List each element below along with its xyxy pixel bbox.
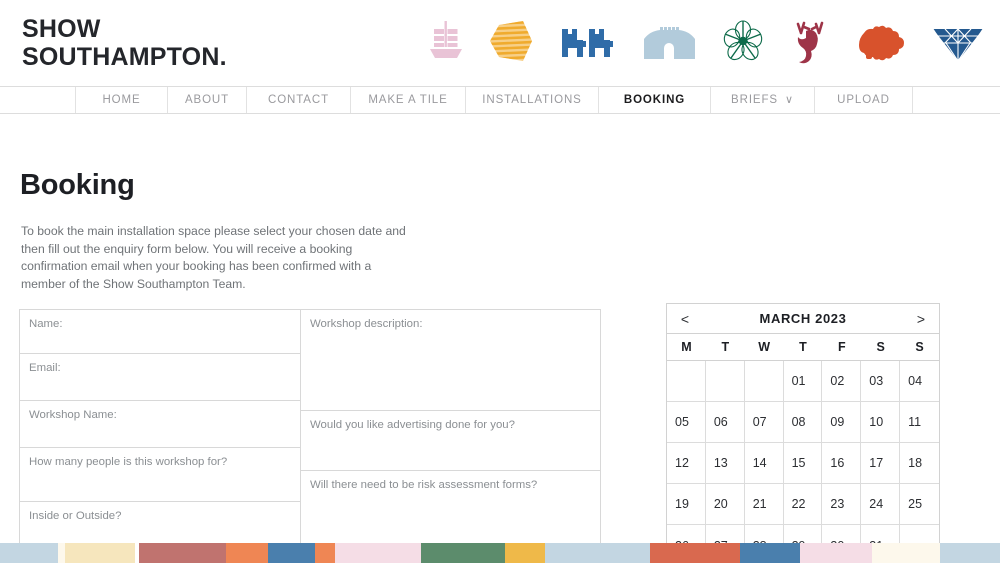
calendar-month-title: MARCH 2023 (759, 311, 847, 326)
booking-calendar[interactable]: < MARCH 2023 > M T W T F S S 01 02 03 04 05 0… (666, 303, 940, 563)
calendar-header: < MARCH 2023 > (667, 304, 939, 334)
calendar-day-cell[interactable]: 13 (705, 443, 745, 484)
calendar-day-cell[interactable]: 17 (861, 443, 901, 484)
field-email[interactable]: Email: (20, 354, 300, 401)
calendar-day-cell[interactable]: 08 (783, 402, 823, 443)
segment-orange-2 (315, 543, 336, 563)
segment-gold-lines (65, 543, 135, 563)
field-advertising[interactable]: Would you like advertising done for you? (301, 411, 600, 471)
calendar-day-cell[interactable]: 02 (822, 361, 862, 402)
segment-orange (226, 543, 269, 563)
flower-icon (720, 17, 766, 70)
field-name[interactable]: Name: (20, 310, 300, 354)
calendar-day-cell[interactable]: 01 (783, 361, 823, 402)
calendar-prev-month-button[interactable]: < (677, 311, 693, 327)
calendar-cell-empty (744, 361, 784, 402)
nav-item-contact[interactable]: CONTACT (247, 87, 351, 113)
nav-spacer-left (0, 87, 76, 113)
nav-item-briefs-label: BRIEFS (731, 94, 778, 106)
chevron-down-icon: ∨ (784, 93, 794, 106)
segment-pink-pale (335, 543, 421, 563)
calendar-day-cell[interactable]: 19 (667, 484, 706, 525)
calendar-day-cell[interactable]: 12 (667, 443, 706, 484)
main-navigation: HOME ABOUT CONTACT MAKE A TILE INSTALLAT… (0, 86, 1000, 114)
calendar-day-cell[interactable]: 25 (900, 484, 939, 525)
segment-steel-blue (268, 543, 316, 563)
calendar-day-cell[interactable]: 05 (667, 402, 706, 443)
calendar-day-cell[interactable]: 23 (822, 484, 862, 525)
field-workshop-name[interactable]: Workshop Name: (20, 401, 300, 448)
segment-terracotta (649, 543, 740, 563)
stag-icon (788, 17, 832, 70)
calendar-day-cell[interactable]: 10 (861, 402, 901, 443)
pig-icon (854, 17, 908, 70)
field-workshop-description[interactable]: Workshop description: (301, 310, 600, 411)
main-content: Booking To book the main installation sp… (0, 114, 1000, 563)
booking-form-grid: Name: Email: Workshop Name: How many peo… (19, 309, 601, 557)
segment-denim (739, 543, 800, 563)
calendar-dow-fri: F (838, 340, 846, 354)
calendar-day-cell[interactable]: 24 (861, 484, 901, 525)
segment-cream (58, 543, 66, 563)
calendar-dow-wed: W (758, 340, 771, 354)
intro-paragraph: To book the main installation space plea… (21, 224, 406, 292)
calendar-day-cell[interactable]: 16 (822, 443, 862, 484)
segment-amber (504, 543, 545, 563)
footer-tile-strip (0, 543, 1000, 563)
calendar-day-cell[interactable]: 07 (744, 402, 784, 443)
segment-blush (799, 543, 872, 563)
segment-green (420, 543, 505, 563)
nav-item-briefs[interactable]: BRIEFS ∨ (711, 87, 815, 113)
field-risk-assessment[interactable]: Will there need to be risk assessment fo… (301, 471, 600, 532)
nav-item-installations[interactable]: INSTALLATIONS (466, 87, 599, 113)
calendar-day-cell[interactable]: 21 (744, 484, 784, 525)
calendar-next-month-button[interactable]: > (913, 311, 929, 327)
nav-item-make-a-tile[interactable]: MAKE A TILE (351, 87, 466, 113)
calendar-day-cell[interactable]: 18 (900, 443, 939, 484)
nav-item-home[interactable]: HOME (76, 87, 168, 113)
calendar-dow-sun: S (915, 340, 924, 354)
nav-item-about[interactable]: ABOUT (168, 87, 247, 113)
ship-icon (426, 17, 466, 70)
calendar-day-cell[interactable]: 11 (900, 402, 939, 443)
bargate-icon (640, 17, 698, 70)
nav-item-upload[interactable]: UPLOAD (815, 87, 913, 113)
calendar-dow-mon: M (681, 340, 692, 354)
calendar-day-cell[interactable]: 15 (783, 443, 823, 484)
calendar-day-cell[interactable]: 03 (861, 361, 901, 402)
segment-pale-blue-2 (544, 543, 650, 563)
calendar-day-cell[interactable]: 14 (744, 443, 784, 484)
calendar-cell-empty (705, 361, 745, 402)
site-header: SHOW SOUTHAMPTON. (0, 0, 1000, 86)
page-title: Booking (20, 169, 135, 201)
calendar-dow-sat: S (876, 340, 885, 354)
booking-form-right-column: Workshop description: Would you like adv… (301, 310, 600, 556)
calendar-day-cell[interactable]: 09 (822, 402, 862, 443)
hexagon-icon (488, 17, 534, 70)
calendar-day-headers: M T W T F S S (667, 334, 939, 361)
calendar-day-cell[interactable]: 20 (705, 484, 745, 525)
segment-rose-red (139, 543, 227, 563)
partner-logo-row (426, 14, 986, 72)
bridge-icon (930, 17, 986, 70)
field-people-count[interactable]: How many people is this workshop for? (20, 448, 300, 502)
calendar-date-grid: 01 02 03 04 05 06 07 08 09 10 11 12 13 14 15 16 17 18 19 20… (667, 361, 939, 563)
calendar-day-cell[interactable]: 06 (705, 402, 745, 443)
booking-form-left-column: Name: Email: Workshop Name: How many peo… (20, 310, 301, 556)
segment-cream-2 (871, 543, 940, 563)
nav-item-booking[interactable]: BOOKING (599, 87, 711, 113)
calendar-day-cell[interactable]: 22 (783, 484, 823, 525)
booking-form: Name: Email: Workshop Name: How many peo… (19, 309, 601, 563)
calendar-cell-empty (667, 361, 706, 402)
calendar-dow-tue: T (721, 340, 730, 354)
nav-spacer-right (913, 87, 1000, 113)
segment-pale-blue (0, 543, 59, 563)
site-logo-wordmark[interactable]: SHOW SOUTHAMPTON. (22, 15, 227, 71)
dogs-icon (556, 17, 618, 70)
calendar-day-cell[interactable]: 04 (900, 361, 939, 402)
segment-pale-blue-3 (939, 543, 1000, 563)
calendar-dow-thu: T (799, 340, 807, 354)
